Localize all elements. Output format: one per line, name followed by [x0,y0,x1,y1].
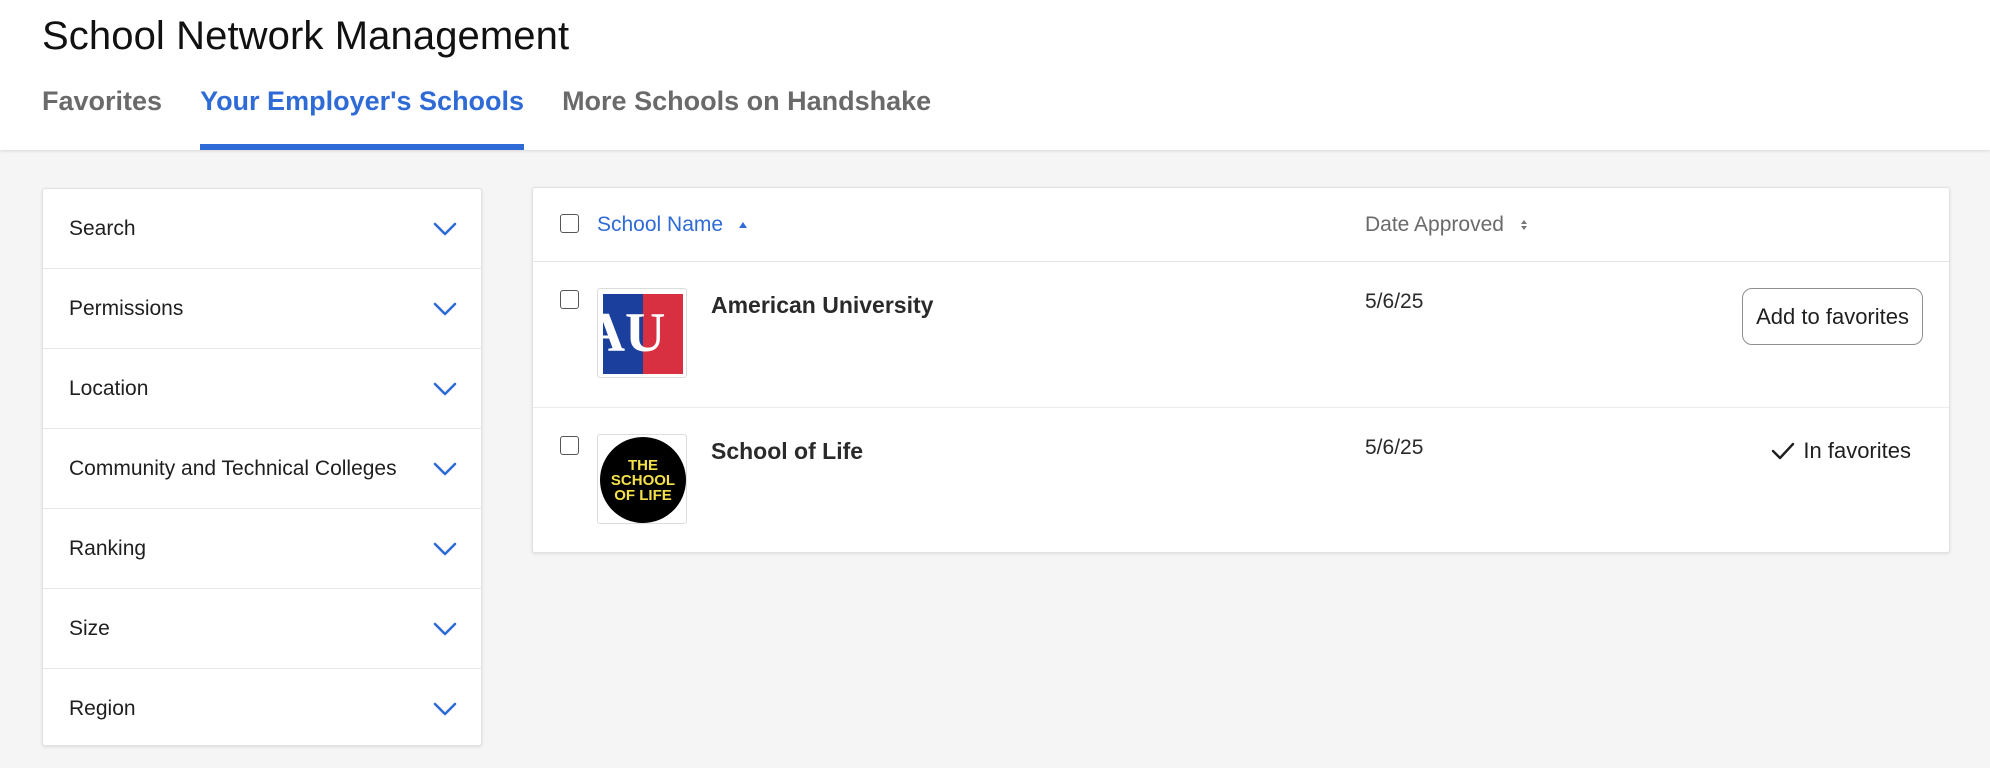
school-name[interactable]: School of Life [711,438,863,465]
add-to-favorites-button[interactable]: Add to favorites [1742,288,1923,345]
filter-permissions[interactable]: Permissions [43,269,481,349]
table-header: School Name Date Approved [533,188,1949,262]
filter-label: Permissions [69,296,184,320]
chevron-down-icon [433,302,457,315]
sort-ascending-icon [738,222,747,229]
chevron-down-icon [433,222,457,235]
filter-location[interactable]: Location [43,349,481,429]
sort-unsorted-icon [1520,220,1527,231]
table-row: THE SCHOOL OF LIFE School of Life 5/6/25… [533,408,1949,554]
school-name[interactable]: American University [711,292,933,319]
tab-favorites[interactable]: Favorites [42,86,162,150]
row-checkbox[interactable] [560,436,579,455]
filter-region[interactable]: Region [43,669,481,749]
filter-community-technical-colleges[interactable]: Community and Technical Colleges [43,429,481,509]
page-header: School Network Management Favorites Your… [0,0,1990,150]
chevron-down-icon [433,462,457,475]
date-approved: 5/6/25 [1365,290,1424,313]
filter-label: Community and Technical Colleges [69,456,397,480]
tab-bar: Favorites Your Employer's Schools More S… [42,86,969,150]
chevron-down-icon [433,702,457,716]
in-favorites-label: In favorites [1803,438,1911,463]
filter-label: Size [69,616,110,640]
filter-ranking[interactable]: Ranking [43,509,481,589]
chevron-down-icon [433,622,457,635]
tab-your-employers-schools[interactable]: Your Employer's Schools [200,86,525,150]
page-title: School Network Management [42,14,570,58]
filter-label: Ranking [69,536,147,560]
logo-letter-a: AU [598,302,665,364]
filter-size[interactable]: Size [43,589,481,669]
school-of-life-logo: THE SCHOOL OF LIFE [597,434,687,524]
table-row: AU American University 5/6/25 Add to fav… [533,262,1949,408]
row-checkbox[interactable] [560,290,579,309]
column-label: Date Approved [1365,213,1504,236]
select-all-checkbox[interactable] [560,214,579,233]
date-approved: 5/6/25 [1365,436,1424,459]
filter-label: Search [69,216,136,240]
filter-label: Location [69,376,149,400]
filter-label: Region [69,697,136,720]
column-label: School Name [597,213,724,236]
logo-text-line: OF LIFE [614,487,672,504]
chevron-down-icon [433,382,457,395]
checkmark-icon [1772,442,1795,460]
in-favorites-status[interactable]: In favorites [1771,438,1911,464]
american-university-logo: AU [597,288,687,378]
column-header-date-approved[interactable]: Date Approved [1365,213,1528,237]
filter-panel: Search Permissions Location Community an… [42,188,482,746]
column-header-school-name[interactable]: School Name [597,213,747,237]
filter-search[interactable]: Search [43,189,481,269]
chevron-down-icon [433,542,457,555]
tab-more-schools-on-handshake[interactable]: More Schools on Handshake [562,86,931,150]
schools-table: School Name Date Approved AU American Un… [532,187,1950,553]
